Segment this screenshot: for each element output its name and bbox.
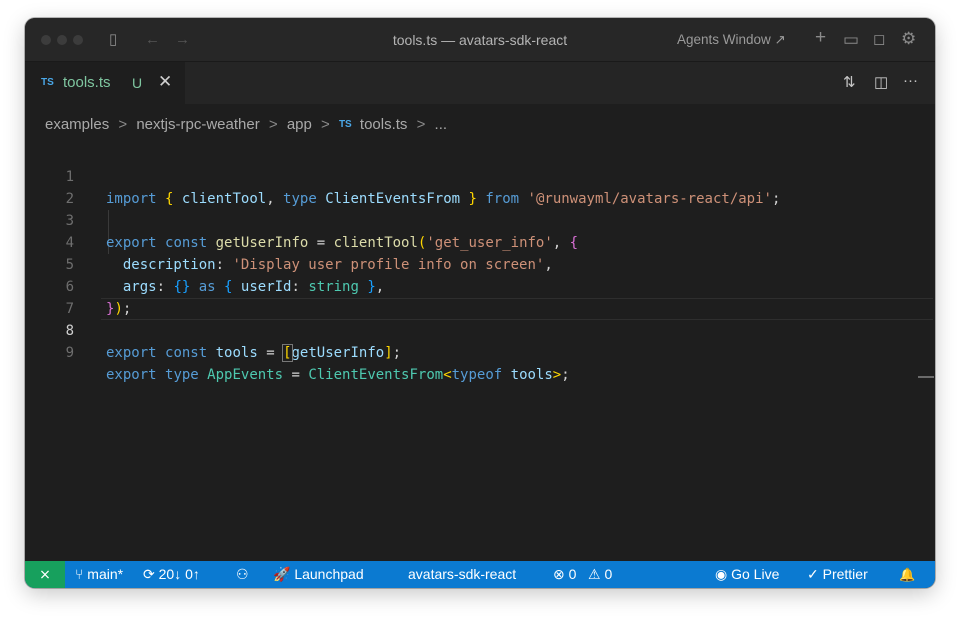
tab-label: tools.ts xyxy=(63,74,111,91)
settings-gear-icon[interactable]: ⚙ xyxy=(901,30,916,47)
code-editor[interactable]: 1 import { clientTool, type ClientEvents… xyxy=(25,144,935,561)
code-line: 1 import { clientTool, type ClientEvents… xyxy=(25,144,915,207)
code-line: 4 description: 'Display user profile inf… xyxy=(25,210,915,273)
code-line: 3 export const getUserInfo = clientTool(… xyxy=(25,188,915,251)
chat-icon[interactable]: ◻ xyxy=(873,32,885,48)
close-tab-icon[interactable]: ✕ xyxy=(158,73,172,91)
code-line: 6 }); xyxy=(25,254,915,317)
breadcrumb-separator: > xyxy=(268,116,278,134)
warnings-count[interactable]: ⚠ 0 xyxy=(588,561,612,588)
remote-indicator-icon[interactable]: ⨯ xyxy=(25,561,65,588)
untracked-badge: U xyxy=(132,75,143,91)
prettier-status[interactable]: ✓ Prettier xyxy=(807,561,868,588)
toggle-panel-icon[interactable]: ▭ xyxy=(843,31,859,48)
split-editor-icon[interactable]: ◫ xyxy=(874,74,888,92)
sync-status[interactable]: ⟳ 20↓ 0↑ xyxy=(143,561,200,588)
code-line: 5 args: {} as { userId: string }, xyxy=(25,232,915,295)
typescript-icon: TS xyxy=(41,77,54,88)
line-number: 9 xyxy=(65,345,74,361)
status-bar: ⨯ ⑂ main* ⟳ 20↓ 0↑ ⚇ 🚀 Launchpad avatars… xyxy=(25,561,935,588)
breadcrumb-item-app[interactable]: app xyxy=(287,116,312,133)
window-title: tools.ts — avatars-sdk-react xyxy=(392,32,568,48)
new-icon[interactable]: + xyxy=(815,28,826,47)
breadcrumb-separator: > xyxy=(416,116,426,134)
source-control-graph-icon[interactable]: ⚇ xyxy=(236,561,249,588)
typescript-icon: TS xyxy=(338,119,352,131)
breadcrumb: examples > nextjs-rpc-weather > app > TS… xyxy=(45,116,447,134)
scrollbar-marker[interactable] xyxy=(918,376,934,378)
breadcrumb-item-examples[interactable]: examples xyxy=(45,116,109,133)
tab-bar: TS tools.ts U ✕ ⇅ ◫ ··· xyxy=(25,62,935,104)
editor-window: ▯ ← → tools.ts — avatars-sdk-react Agent… xyxy=(25,18,935,588)
go-live-button[interactable]: ◉ Go Live xyxy=(715,561,779,588)
code-line: 2 xyxy=(25,166,915,207)
breadcrumb-separator: > xyxy=(321,116,330,134)
breadcrumb-item-nextjs-rpc-weather[interactable]: nextjs-rpc-weather xyxy=(136,116,259,133)
tab-tools-ts[interactable]: TS tools.ts U ✕ xyxy=(25,62,185,104)
code-line: 9 export type AppEvents = ClientEventsFr… xyxy=(25,320,915,383)
more-actions-icon[interactable]: ··· xyxy=(903,72,918,90)
code-line-active: 8 export const tools = [getUserInfo]; xyxy=(25,298,915,362)
code-line: 7 xyxy=(25,276,915,317)
project-name[interactable]: avatars-sdk-react xyxy=(408,561,516,588)
branch-indicator[interactable]: ⑂ main* xyxy=(75,561,123,588)
launchpad-button[interactable]: 🚀 Launchpad xyxy=(273,561,364,588)
breadcrumb-more[interactable]: ... xyxy=(435,116,448,133)
breadcrumb-separator: > xyxy=(118,116,128,134)
title-bar: ▯ ← → tools.ts — avatars-sdk-react Agent… xyxy=(25,18,935,62)
errors-count[interactable]: ⊗ 0 xyxy=(553,561,576,588)
open-changes-icon[interactable]: ⇅ xyxy=(843,74,856,92)
breadcrumb-item-file[interactable]: tools.ts xyxy=(360,116,408,133)
notifications-bell-icon[interactable]: 🔔 xyxy=(899,561,915,588)
agents-window-button[interactable]: Agents Window ↗ xyxy=(677,32,786,48)
